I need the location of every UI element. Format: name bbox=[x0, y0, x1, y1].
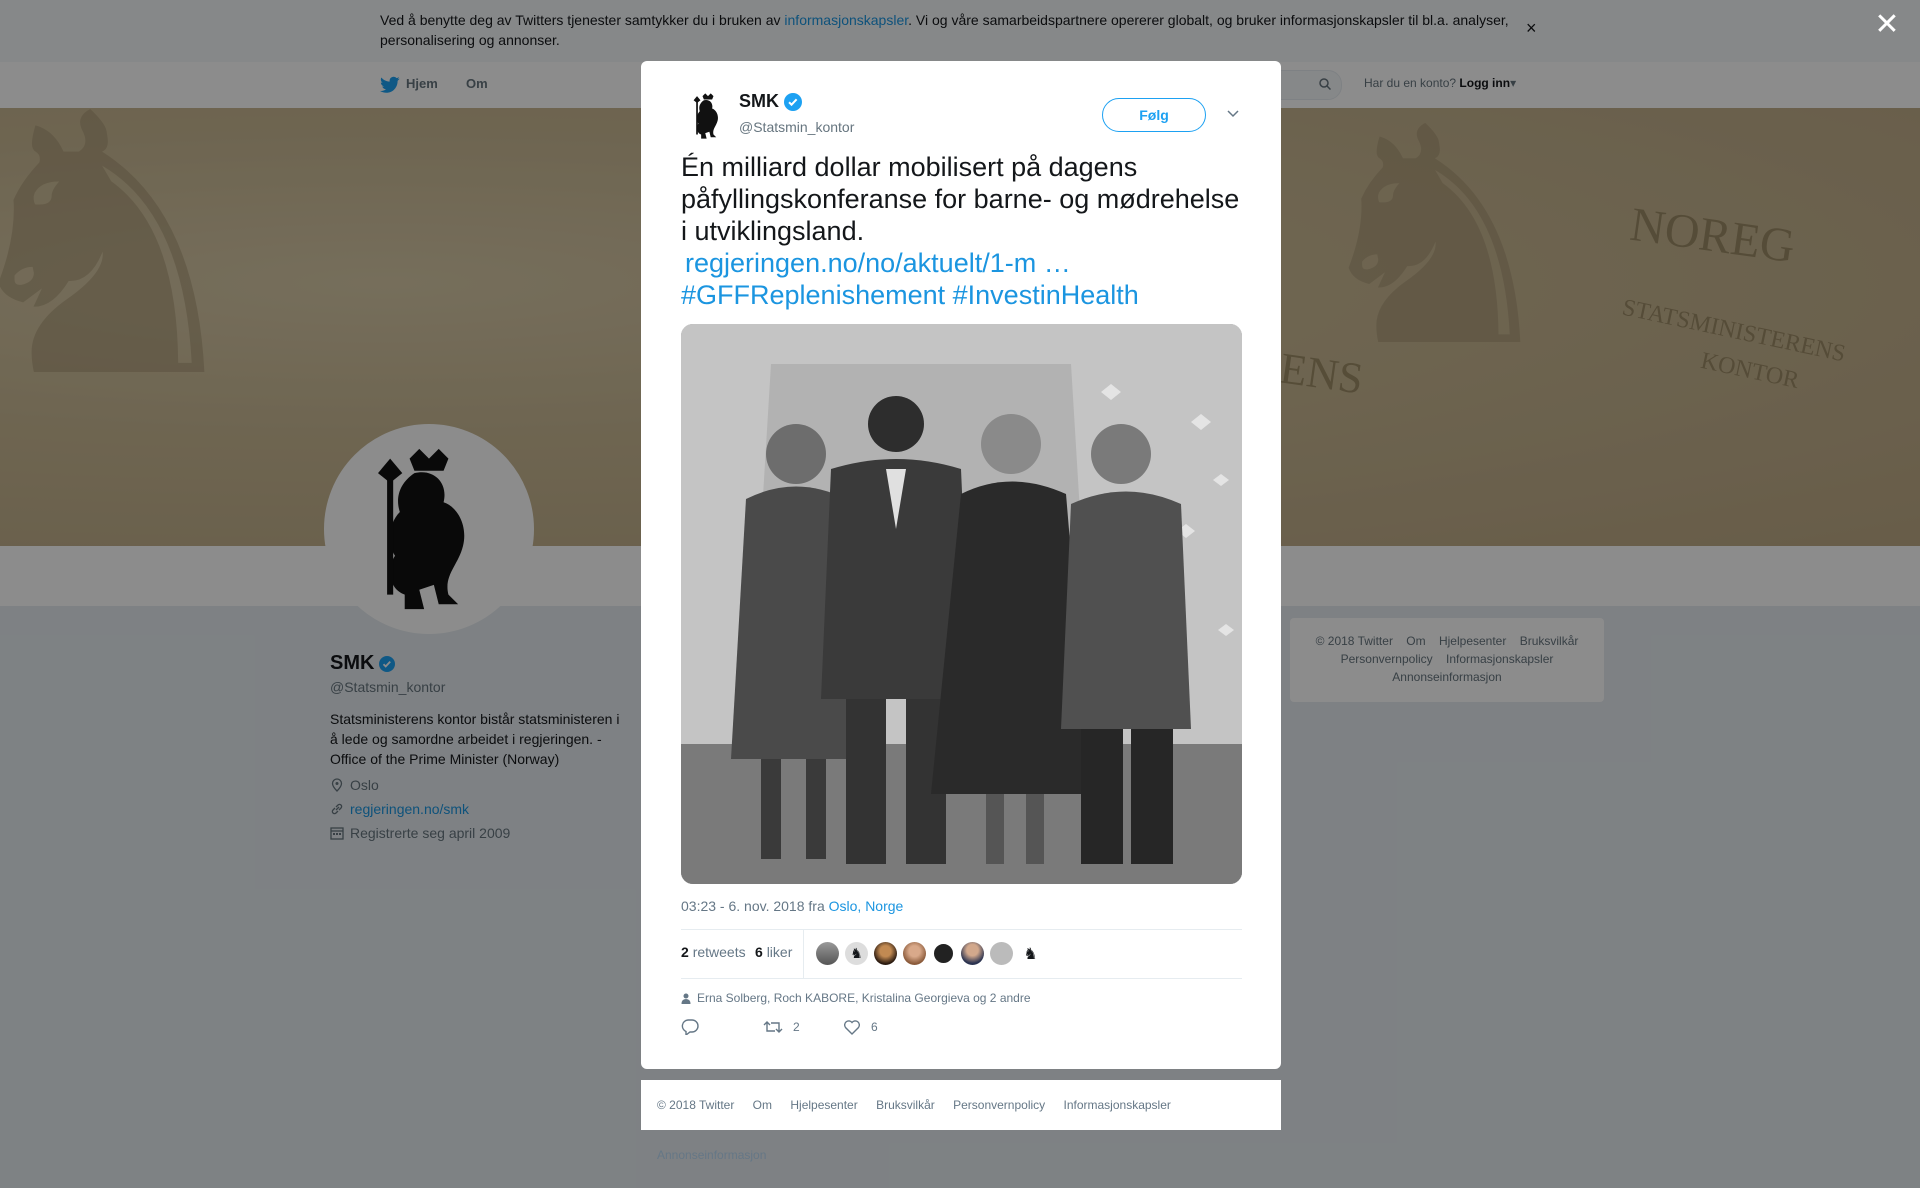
tweet-author-name-row: SMK bbox=[739, 91, 802, 112]
avatar[interactable] bbox=[816, 942, 839, 965]
lion-emblem-icon: ♞ bbox=[1023, 945, 1038, 963]
tweet-modal: SMK @Statsmin_kontor Følg Én milliard do… bbox=[641, 61, 1281, 1069]
retweet-action-count: 2 bbox=[793, 1020, 800, 1034]
modal-footer: © 2018 Twitter Om Hjelpesenter Bruksvilk… bbox=[641, 1080, 1281, 1162]
footer-link[interactable]: Om bbox=[753, 1098, 772, 1112]
hashtag-link[interactable]: #GFFReplenishement bbox=[681, 280, 945, 310]
person-icon bbox=[681, 993, 691, 1004]
hashtag-link[interactable]: #InvestinHealth bbox=[953, 280, 1139, 310]
stats-divider bbox=[803, 930, 804, 978]
tweet-body: Én milliard dollar mobilisert på dagens … bbox=[681, 152, 1240, 246]
lion-emblem-icon bbox=[693, 93, 718, 139]
tweet-time: 03:23 - 6. nov. 2018 fra bbox=[681, 898, 829, 914]
retweet-icon bbox=[763, 1021, 783, 1033]
tweet-place-link[interactable]: Oslo, Norge bbox=[829, 898, 904, 914]
like-label: liker bbox=[766, 944, 793, 960]
group-photo-image bbox=[681, 324, 1242, 884]
tweet-actions: 2 6 bbox=[681, 1019, 981, 1043]
chevron-down-icon[interactable] bbox=[1225, 105, 1241, 121]
tweet-author-handle[interactable]: @Statsmin_kontor bbox=[739, 119, 854, 135]
avatar[interactable] bbox=[990, 942, 1013, 965]
tweet-text: Én milliard dollar mobilisert på dagens … bbox=[681, 151, 1241, 311]
lion-emblem-icon: ♞ bbox=[850, 945, 863, 961]
close-icon[interactable]: ✕ bbox=[1872, 10, 1902, 40]
avatar[interactable] bbox=[874, 942, 897, 965]
tweet-avatar[interactable] bbox=[681, 89, 735, 143]
footer-link[interactable]: © 2018 Twitter bbox=[657, 1098, 734, 1112]
like-button[interactable]: 6 bbox=[843, 1019, 878, 1035]
avatar[interactable]: ♞ bbox=[1019, 942, 1042, 965]
footer-link[interactable]: Bruksvilkår bbox=[876, 1098, 935, 1112]
footer-link[interactable]: Annonseinformasjon bbox=[657, 1148, 766, 1162]
reply-context: Erna Solberg, Roch KABORE, Kristalina Ge… bbox=[681, 991, 1031, 1005]
footer-link[interactable]: Informasjonskapsler bbox=[1064, 1098, 1171, 1112]
reply-icon bbox=[681, 1019, 699, 1035]
retweet-count: 2 bbox=[681, 944, 689, 960]
like-count: 6 bbox=[755, 944, 763, 960]
tweet-link[interactable]: regjeringen.no/no/aktuelt/1-m … bbox=[685, 248, 1071, 278]
tweet-stats: 2 retweets 6 liker ♞ ♞ bbox=[681, 929, 1242, 979]
footer-link[interactable]: Personvernpolicy bbox=[953, 1098, 1045, 1112]
liker-avatars: ♞ ♞ bbox=[816, 942, 1042, 965]
avatar[interactable]: ♞ bbox=[845, 942, 868, 965]
tweet-photo[interactable] bbox=[681, 324, 1242, 884]
avatar[interactable] bbox=[932, 942, 955, 965]
retweet-stat[interactable]: 2 retweets bbox=[681, 944, 746, 960]
retweet-button[interactable]: 2 bbox=[763, 1019, 800, 1035]
reply-button[interactable] bbox=[681, 1019, 699, 1035]
verified-badge-icon bbox=[784, 92, 802, 111]
tweet-timestamp: 03:23 - 6. nov. 2018 fra Oslo, Norge bbox=[681, 898, 903, 914]
heart-icon bbox=[843, 1020, 861, 1035]
avatar[interactable] bbox=[903, 942, 926, 965]
like-action-count: 6 bbox=[871, 1020, 878, 1034]
avatar[interactable] bbox=[961, 942, 984, 965]
retweet-label: retweets bbox=[692, 944, 746, 960]
follow-button[interactable]: Følg bbox=[1102, 98, 1206, 132]
tweet-author-name[interactable]: SMK bbox=[739, 91, 779, 112]
reply-context-text[interactable]: Erna Solberg, Roch KABORE, Kristalina Ge… bbox=[697, 991, 1031, 1005]
like-stat[interactable]: 6 liker bbox=[755, 944, 792, 960]
footer-link[interactable]: Hjelpesenter bbox=[790, 1098, 857, 1112]
